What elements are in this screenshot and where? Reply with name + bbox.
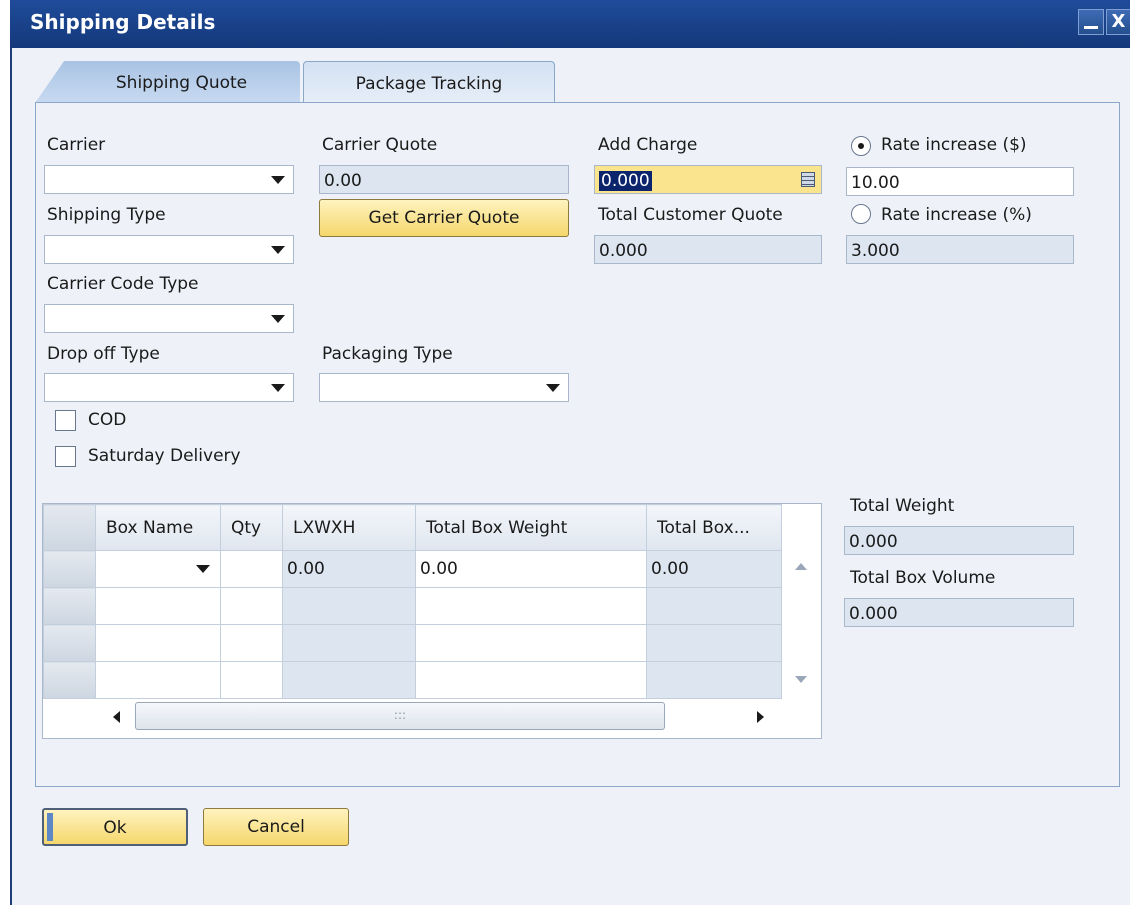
shipping-type-dropdown[interactable]	[44, 235, 294, 264]
title-bar[interactable]: Shipping Details X	[10, 0, 1130, 48]
total-box-weight-cell[interactable]: 0.00	[415, 550, 647, 588]
grid-horizontal-scrollbar[interactable]: :::	[95, 699, 781, 737]
close-button[interactable]: X	[1106, 9, 1130, 35]
column-header[interactable]: Box Name	[95, 504, 221, 551]
scroll-down-icon[interactable]	[795, 676, 807, 683]
rate-increase-amount-label: Rate increase ($)	[881, 135, 1027, 155]
add-charge-value: 0.000	[599, 171, 652, 191]
chevron-down-icon	[196, 565, 210, 573]
get-carrier-quote-button[interactable]: Get Carrier Quote	[319, 199, 569, 237]
cod-label: COD	[88, 410, 127, 430]
total-box-volume-cell	[646, 661, 782, 699]
cancel-button[interactable]: Cancel	[203, 808, 349, 846]
add-charge-label: Add Charge	[598, 135, 698, 155]
cod-checkbox[interactable]	[55, 410, 76, 431]
box-grid: Box Name Qty LXWXH Total Box Weight Tota…	[42, 503, 822, 739]
chevron-down-icon	[271, 315, 285, 323]
column-header[interactable]: Total Box Weight	[415, 504, 647, 551]
carrier-quote-field: 0.00	[319, 165, 569, 194]
row-header[interactable]	[43, 550, 96, 588]
box-name-cell[interactable]	[95, 587, 221, 625]
chevron-down-icon	[271, 176, 285, 184]
column-header[interactable]: Total Box...	[646, 504, 782, 551]
chevron-down-icon	[271, 246, 285, 254]
box-name-cell[interactable]	[95, 661, 221, 699]
minimize-icon	[1084, 26, 1098, 29]
shipping-type-label: Shipping Type	[47, 205, 166, 225]
total-box-weight-cell[interactable]	[415, 587, 647, 625]
total-customer-quote-field: 0.000	[594, 235, 822, 264]
drop-off-type-label: Drop off Type	[47, 344, 160, 364]
shipping-details-window: Shipping Details X Shipping Quote Packag…	[10, 0, 1130, 905]
carrier-code-type-dropdown[interactable]	[44, 304, 294, 333]
row-header[interactable]	[43, 661, 96, 699]
grid-header-row: Box Name Qty LXWXH Total Box Weight Tota…	[43, 504, 782, 551]
tab-shipping-quote[interactable]: Shipping Quote	[35, 61, 300, 103]
box-name-cell[interactable]	[95, 624, 221, 662]
box-name-cell[interactable]	[95, 550, 221, 588]
total-box-weight-cell[interactable]	[415, 661, 647, 699]
packaging-type-label: Packaging Type	[322, 344, 453, 364]
minimize-button[interactable]	[1078, 9, 1104, 35]
total-weight-field: 0.000	[844, 526, 1074, 555]
total-weight-label: Total Weight	[850, 496, 955, 516]
saturday-delivery-label: Saturday Delivery	[88, 446, 241, 466]
table-row: 0.00 0.00 0.00	[43, 550, 782, 588]
rate-increase-amount-input[interactable]: 10.00	[846, 167, 1074, 196]
scroll-up-icon[interactable]	[795, 563, 807, 570]
window-border	[10, 0, 12, 905]
total-box-volume-cell: 0.00	[646, 550, 782, 588]
window-title: Shipping Details	[30, 10, 216, 34]
close-icon: X	[1111, 11, 1126, 32]
row-header[interactable]	[43, 587, 96, 625]
lxwxh-cell	[282, 661, 416, 699]
carrier-quote-label: Carrier Quote	[322, 135, 438, 155]
row-header[interactable]	[43, 624, 96, 662]
lxwxh-cell	[282, 587, 416, 625]
scroll-thumb[interactable]: :::	[135, 702, 665, 730]
lxwxh-cell	[282, 624, 416, 662]
tab-package-tracking[interactable]: Package Tracking	[303, 61, 555, 103]
qty-cell[interactable]	[220, 661, 283, 699]
table-row	[43, 587, 782, 625]
grid-corner[interactable]	[43, 504, 96, 551]
total-box-volume-field: 0.000	[844, 598, 1074, 627]
chevron-down-icon	[271, 384, 285, 392]
table-row	[43, 661, 782, 699]
carrier-label: Carrier	[47, 135, 106, 155]
rate-increase-amount-radio[interactable]	[851, 136, 871, 156]
total-box-volume-cell	[646, 624, 782, 662]
rate-increase-percent-field: 3.000	[846, 235, 1074, 264]
rate-increase-percent-label: Rate increase (%)	[881, 205, 1032, 225]
saturday-delivery-checkbox[interactable]	[55, 446, 76, 467]
total-box-volume-cell	[646, 587, 782, 625]
add-charge-input[interactable]: 0.000	[594, 165, 822, 194]
scroll-left-icon[interactable]	[113, 711, 120, 723]
drop-off-type-dropdown[interactable]	[44, 373, 294, 402]
grid-vertical-scrollbar[interactable]	[781, 551, 821, 699]
ok-button[interactable]: Ok	[42, 808, 188, 846]
qty-cell[interactable]	[220, 587, 283, 625]
table-row	[43, 624, 782, 662]
column-header[interactable]: Qty	[220, 504, 283, 551]
scroll-right-icon[interactable]	[757, 711, 764, 723]
lxwxh-cell: 0.00	[282, 550, 416, 588]
qty-cell[interactable]	[220, 550, 283, 588]
rate-increase-percent-radio[interactable]	[851, 204, 871, 224]
carrier-dropdown[interactable]	[44, 165, 294, 194]
column-header[interactable]: LXWXH	[282, 504, 416, 551]
total-box-weight-cell[interactable]	[415, 624, 647, 662]
total-customer-quote-label: Total Customer Quote	[598, 205, 783, 225]
qty-cell[interactable]	[220, 624, 283, 662]
carrier-code-type-label: Carrier Code Type	[47, 274, 199, 294]
calculator-icon[interactable]	[801, 172, 815, 187]
packaging-type-dropdown[interactable]	[319, 373, 569, 402]
chevron-down-icon	[546, 384, 560, 392]
total-box-volume-label: Total Box Volume	[850, 568, 996, 588]
box-table: Box Name Qty LXWXH Total Box Weight Tota…	[43, 504, 782, 699]
